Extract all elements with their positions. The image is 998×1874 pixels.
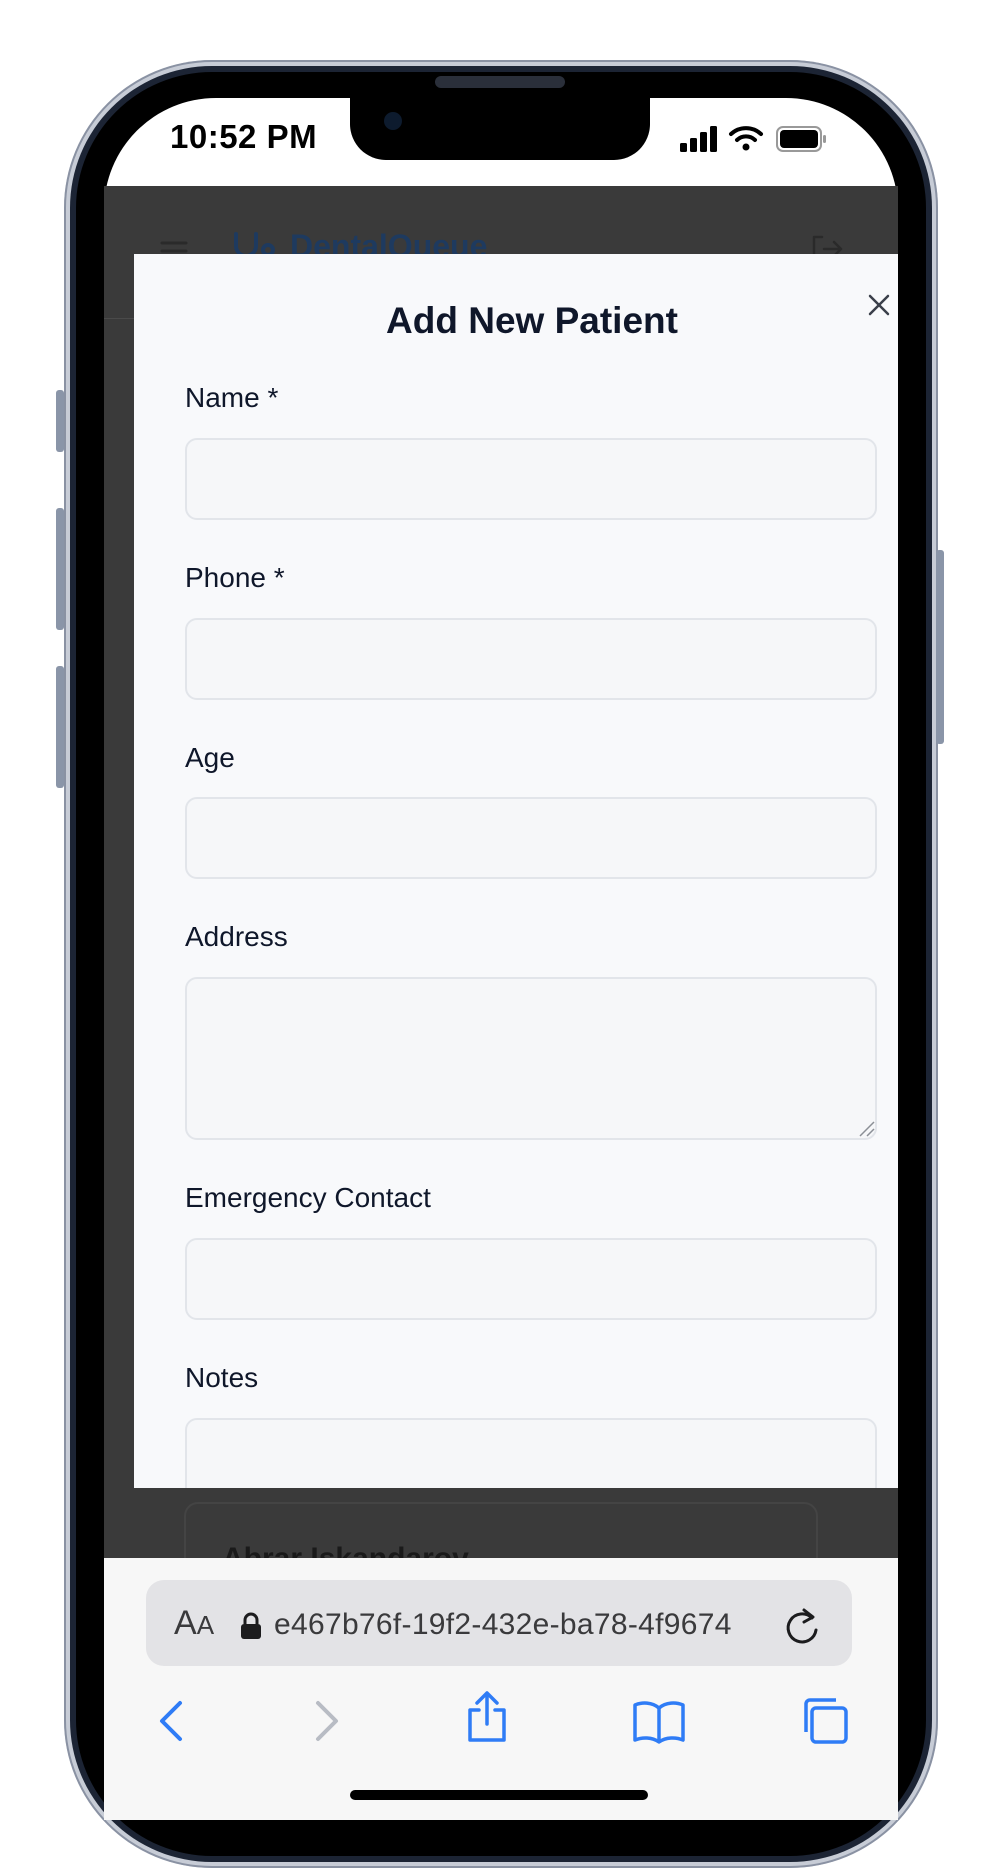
front-camera bbox=[384, 112, 402, 130]
volume-down-button bbox=[56, 666, 64, 788]
book-icon[interactable] bbox=[632, 1700, 686, 1749]
name-input[interactable] bbox=[185, 438, 877, 520]
mute-switch bbox=[56, 390, 64, 452]
resize-handle-icon[interactable] bbox=[856, 1118, 876, 1143]
reader-settings-button[interactable]: AA bbox=[174, 1604, 214, 1643]
share-icon[interactable] bbox=[464, 1690, 510, 1749]
name-label: Name * bbox=[185, 382, 279, 413]
close-icon[interactable] bbox=[862, 288, 896, 322]
notes-label: Notes bbox=[185, 1362, 259, 1393]
age-label: Age bbox=[185, 742, 235, 773]
battery-icon bbox=[776, 126, 828, 157]
aa-large: A bbox=[174, 1604, 197, 1642]
emergency-contact-input[interactable] bbox=[185, 1238, 877, 1320]
signal-icon bbox=[680, 126, 720, 157]
speaker-grille bbox=[435, 76, 565, 88]
modal-title: Add New Patient bbox=[386, 300, 678, 341]
power-button bbox=[936, 550, 944, 744]
aa-small: A bbox=[196, 1610, 215, 1640]
chevron-left-icon[interactable] bbox=[156, 1698, 186, 1749]
address-textarea[interactable] bbox=[185, 977, 877, 1140]
phone-input[interactable] bbox=[185, 618, 877, 700]
wifi-icon bbox=[728, 124, 764, 157]
notes-textarea[interactable] bbox=[185, 1418, 877, 1488]
lock-icon bbox=[240, 1612, 262, 1645]
phone-label: Phone * bbox=[185, 562, 285, 593]
volume-up-button bbox=[56, 508, 64, 630]
status-time: 10:52 PM bbox=[170, 118, 318, 155]
age-input[interactable] bbox=[185, 797, 877, 879]
address-label: Address bbox=[185, 921, 288, 952]
url-text[interactable]: e467b76f-19f2-432e-ba78-4f9674 bbox=[274, 1608, 732, 1642]
tabs-icon[interactable] bbox=[800, 1696, 850, 1751]
home-indicator bbox=[350, 1790, 648, 1800]
chevron-right-icon[interactable] bbox=[312, 1698, 342, 1749]
notes-clip bbox=[134, 1418, 898, 1488]
reload-icon[interactable] bbox=[782, 1604, 822, 1651]
emergency-contact-label: Emergency Contact bbox=[185, 1182, 431, 1213]
